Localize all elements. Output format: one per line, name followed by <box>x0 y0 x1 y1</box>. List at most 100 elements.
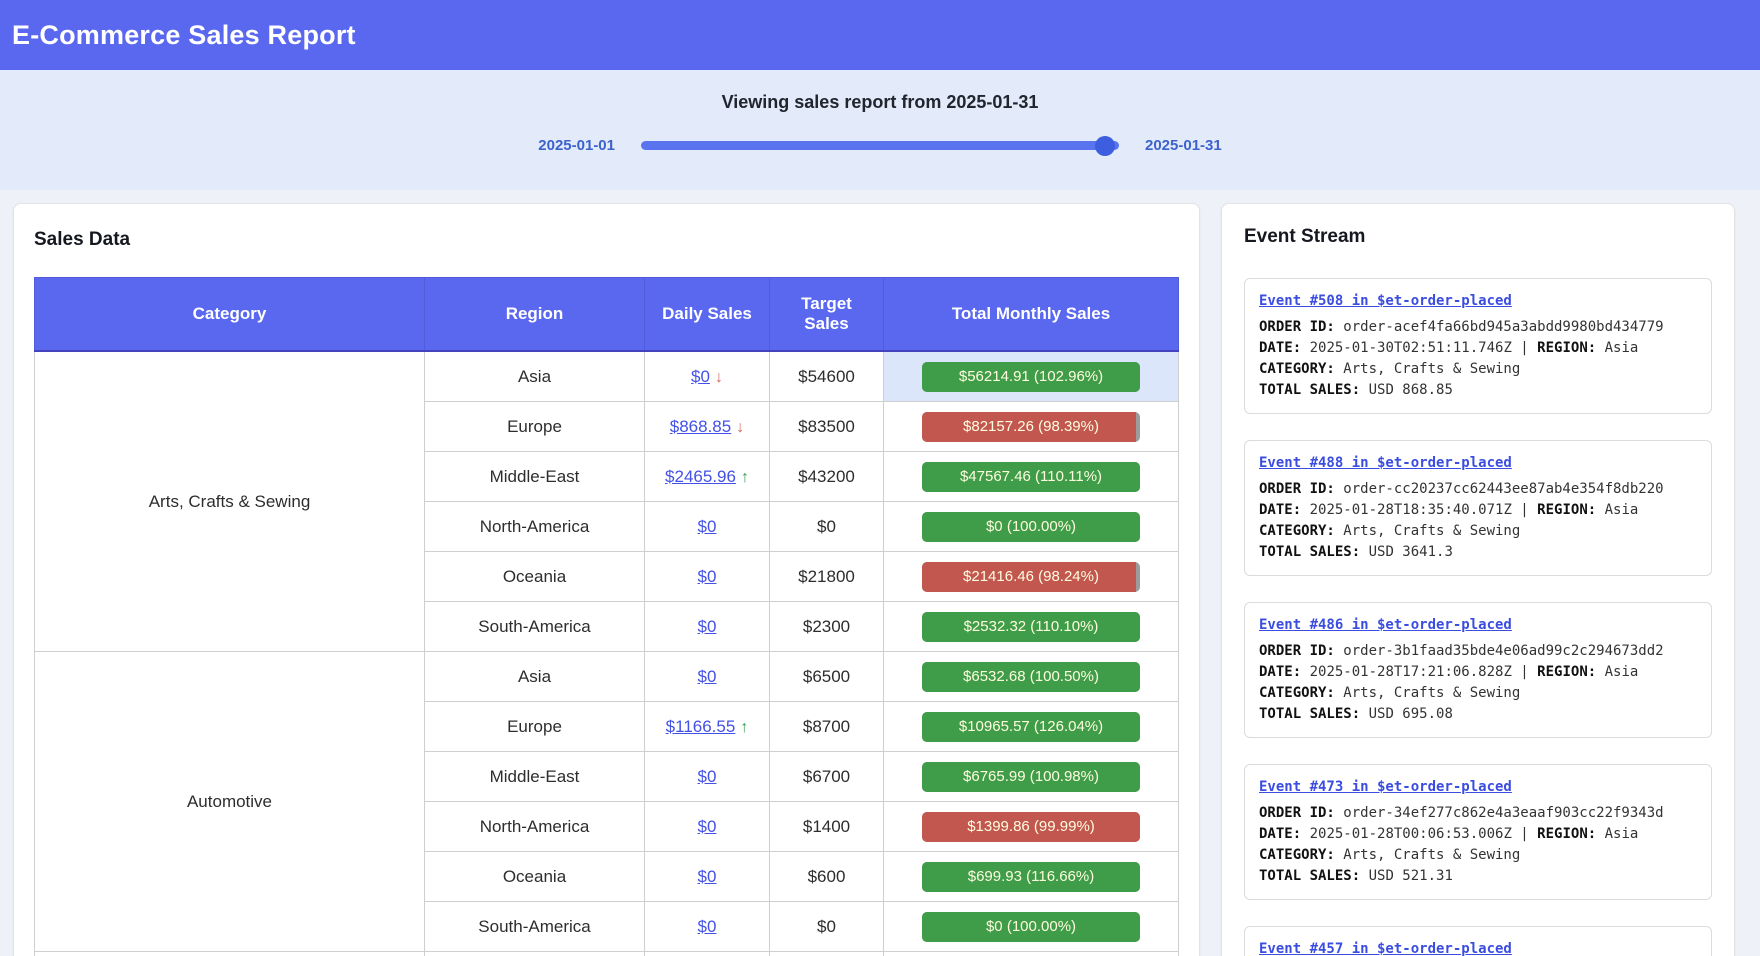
daily-sales-cell: $0 <box>645 852 770 902</box>
daily-sales-link[interactable]: $0 <box>698 917 717 936</box>
event-link[interactable]: Event #486 in $et-order-placed <box>1259 615 1512 636</box>
daily-sales-cell: $868.85↓ <box>645 402 770 452</box>
event-link[interactable]: Event #508 in $et-order-placed <box>1259 291 1512 312</box>
region-cell: South-America <box>425 902 645 952</box>
event-category-line: CATEGORY: Arts, Crafts & Sewing <box>1259 359 1697 380</box>
date-slider-row: 2025-01-01 2025-01-31 <box>0 137 1760 154</box>
total-monthly-sales-cell: $0 (100.00%) <box>884 902 1179 952</box>
app-header: E-Commerce Sales Report <box>0 0 1760 70</box>
total-monthly-sales-cell: $699.93 (116.66%) <box>884 852 1179 902</box>
daily-sales-link[interactable]: $0 <box>698 617 717 636</box>
date-slider-thumb[interactable] <box>1095 136 1115 156</box>
total-monthly-sales-cell: $0 (100.00%) <box>884 502 1179 552</box>
badge-label: $10965.57 (126.04%) <box>922 712 1140 742</box>
target-sales-cell: $1400 <box>770 802 884 852</box>
event-order-id-line: ORDER ID: order-34ef277c862e4a3eaaf903cc… <box>1259 803 1697 824</box>
region-cell: Europe <box>425 402 645 452</box>
date-slider-track[interactable] <box>641 141 1119 150</box>
page-title: E-Commerce Sales Report <box>12 20 356 51</box>
daily-sales-link[interactable]: $868.85 <box>670 417 731 436</box>
event-date-region-line: DATE: 2025-01-28T18:35:40.071Z | REGION:… <box>1259 500 1697 521</box>
total-sales-badge: $82157.26 (98.39%) <box>922 412 1140 442</box>
event-date-region-line: DATE: 2025-01-28T00:06:53.006Z | REGION:… <box>1259 824 1697 845</box>
total-monthly-sales-cell: $6532.68 (100.50%) <box>884 652 1179 702</box>
event-card: Event #457 in $et-order-placedORDER ID: … <box>1244 926 1712 956</box>
daily-sales-link[interactable]: $1166.55 <box>666 717 736 736</box>
slider-max-label: 2025-01-31 <box>1145 137 1222 154</box>
arrow-down-icon: ↓ <box>715 369 723 386</box>
region-cell: Middle-East <box>425 452 645 502</box>
daily-sales-cell: $2465.96↑ <box>645 452 770 502</box>
event-card: Event #486 in $et-order-placedORDER ID: … <box>1244 602 1712 738</box>
sales-table-header: CategoryRegionDaily SalesTarget SalesTot… <box>35 278 1179 352</box>
event-field-label: ORDER ID: <box>1259 319 1335 335</box>
total-sales-badge: $699.93 (116.66%) <box>922 862 1140 892</box>
target-sales-cell: $21800 <box>770 552 884 602</box>
target-sales-cell: $6500 <box>770 652 884 702</box>
table-row: Arts, Crafts & SewingAsia$0↓$54600$56214… <box>35 351 1179 402</box>
daily-sales-cell: $0 <box>645 502 770 552</box>
event-field-label: REGION: <box>1537 340 1596 356</box>
daily-sales-link[interactable]: $0 <box>698 517 717 536</box>
event-field-label: REGION: <box>1537 664 1596 680</box>
daily-sales-cell: $0 <box>645 552 770 602</box>
event-total-sales-line: TOTAL SALES: USD 695.08 <box>1259 704 1697 725</box>
daily-sales-link[interactable]: $0 <box>691 367 710 386</box>
daily-sales-link[interactable]: $2465.96 <box>665 467 736 486</box>
total-sales-badge: $1399.86 (99.99%) <box>922 812 1140 842</box>
event-field-label: DATE: <box>1259 502 1301 518</box>
total-monthly-sales-cell: $2532.32 (110.10%) <box>884 602 1179 652</box>
col-header-daily-sales: Daily Sales <box>645 278 770 352</box>
target-sales-cell: $54600 <box>770 351 884 402</box>
region-cell: South-America <box>425 602 645 652</box>
event-total-sales-line: TOTAL SALES: USD 3641.3 <box>1259 542 1697 563</box>
daily-sales-link[interactable]: $0 <box>698 667 717 686</box>
event-field-label: ORDER ID: <box>1259 643 1335 659</box>
badge-label: $47567.46 (110.11%) <box>922 462 1140 492</box>
region-cell: Oceania <box>425 552 645 602</box>
daily-sales-link[interactable]: $0 <box>698 817 717 836</box>
total-sales-badge: $21416.46 (98.24%) <box>922 562 1140 592</box>
event-link[interactable]: Event #457 in $et-order-placed <box>1259 939 1512 956</box>
event-field-label: TOTAL SALES: <box>1259 382 1360 398</box>
badge-label: $6532.68 (100.50%) <box>922 662 1140 692</box>
event-field-label: TOTAL SALES: <box>1259 544 1360 560</box>
empty-cell <box>770 952 884 956</box>
event-order-id-line: ORDER ID: order-cc20237cc62443ee87ab4e35… <box>1259 479 1697 500</box>
badge-label: $6765.99 (100.98%) <box>922 762 1140 792</box>
event-link[interactable]: Event #488 in $et-order-placed <box>1259 453 1512 474</box>
total-sales-badge: $10965.57 (126.04%) <box>922 712 1140 742</box>
total-monthly-sales-cell: $56214.91 (102.96%) <box>884 351 1179 402</box>
event-field-label: CATEGORY: <box>1259 685 1335 701</box>
target-sales-cell: $0 <box>770 902 884 952</box>
target-sales-cell: $83500 <box>770 402 884 452</box>
region-cell: Europe <box>425 702 645 752</box>
badge-label: $2532.32 (110.10%) <box>922 612 1140 642</box>
daily-sales-link[interactable]: $0 <box>698 567 717 586</box>
event-date-region-line: DATE: 2025-01-28T17:21:06.828Z | REGION:… <box>1259 662 1697 683</box>
report-date-title: Viewing sales report from 2025-01-31 <box>0 92 1760 113</box>
daily-sales-link[interactable]: $0 <box>698 867 717 886</box>
region-cell: North-America <box>425 802 645 852</box>
app-root: E-Commerce Sales Report Viewing sales re… <box>0 0 1760 956</box>
event-total-sales-line: TOTAL SALES: USD 868.85 <box>1259 380 1697 401</box>
total-sales-badge: $0 (100.00%) <box>922 912 1140 942</box>
target-sales-cell: $43200 <box>770 452 884 502</box>
event-field-label: TOTAL SALES: <box>1259 868 1360 884</box>
daily-sales-cell: $0 <box>645 902 770 952</box>
total-monthly-sales-cell: $6765.99 (100.98%) <box>884 752 1179 802</box>
empty-cell <box>35 952 425 956</box>
category-cell: Arts, Crafts & Sewing <box>35 351 425 652</box>
daily-sales-link[interactable]: $0 <box>698 767 717 786</box>
event-link[interactable]: Event #473 in $et-order-placed <box>1259 777 1512 798</box>
empty-cell <box>884 952 1179 956</box>
badge-label: $0 (100.00%) <box>922 912 1140 942</box>
target-sales-cell: $2300 <box>770 602 884 652</box>
table-row: AutomotiveAsia$0$6500$6532.68 (100.50%) <box>35 652 1179 702</box>
total-monthly-sales-cell: $1399.86 (99.99%) <box>884 802 1179 852</box>
target-sales-cell: $600 <box>770 852 884 902</box>
category-cell: Automotive <box>35 652 425 952</box>
total-sales-badge: $6532.68 (100.50%) <box>922 662 1140 692</box>
total-monthly-sales-cell: $21416.46 (98.24%) <box>884 552 1179 602</box>
daily-sales-cell: $0 <box>645 602 770 652</box>
